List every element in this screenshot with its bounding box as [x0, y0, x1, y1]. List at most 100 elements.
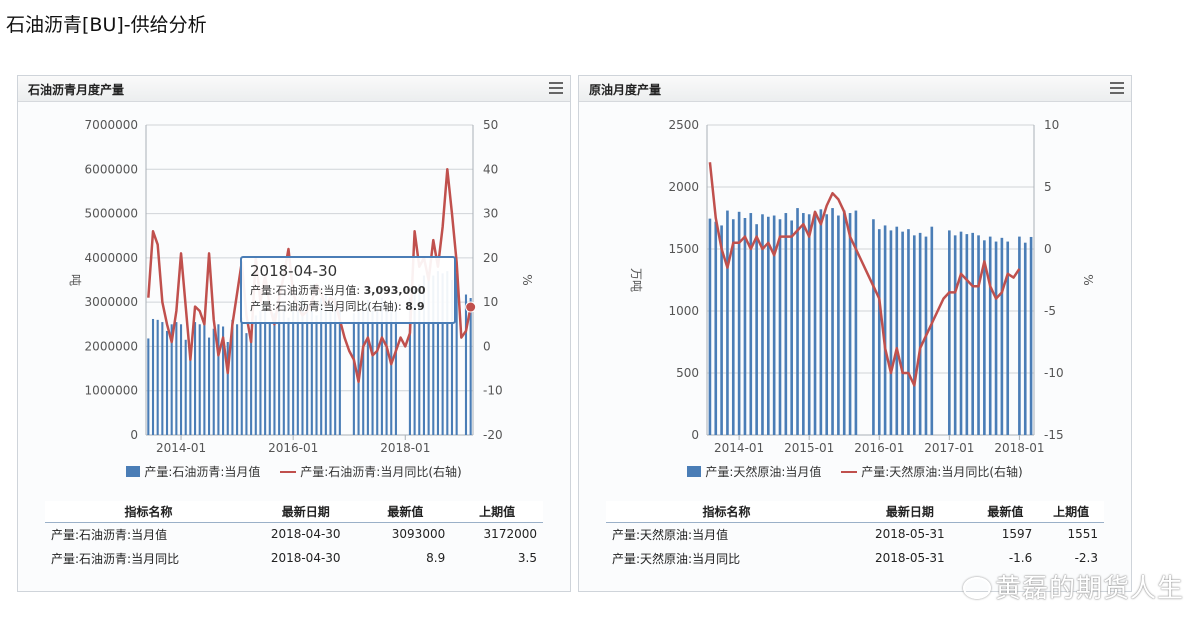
- bar: [714, 221, 718, 435]
- y-tick-label: 2500: [668, 118, 699, 132]
- bar: [743, 218, 747, 435]
- watermark: 黄磊的期货人生: [962, 568, 1184, 605]
- menu-icon[interactable]: [1110, 82, 1124, 94]
- bar: [848, 213, 852, 435]
- bar: [385, 306, 388, 435]
- bar: [259, 311, 262, 435]
- bar: [784, 213, 788, 435]
- table-cell: 3093000: [391, 527, 446, 542]
- panel-title: 原油月度产量: [589, 83, 662, 97]
- panel-header: 原油月度产量: [579, 76, 1131, 102]
- y-tick-label: 5000000: [85, 207, 138, 221]
- bar: [254, 315, 257, 435]
- table-cell: 2018-04-30: [270, 551, 341, 565]
- bar: [813, 211, 817, 435]
- panel-title: 石油沥青月度产量: [28, 83, 125, 97]
- table-cell: 产量:石油沥青:当月同比: [51, 551, 180, 566]
- y2-tick-label: -15: [1044, 428, 1064, 442]
- x-tick-label: 2014-01: [156, 441, 206, 455]
- y2-tick-label: 5: [1044, 180, 1052, 194]
- y-tick-label: 7000000: [85, 118, 138, 132]
- chart-panel-asphalt: 石油沥青月度产量 0 1000000 2000000 3000000 4000000 50…: [17, 75, 571, 592]
- x-tick-label: 2017-01: [924, 441, 974, 455]
- table-header: 最新值: [359, 501, 452, 523]
- table-header: 指标名称: [45, 501, 252, 523]
- bar: [790, 220, 793, 435]
- legend-item-bar[interactable]: 产量:天然原油:当月值: [687, 463, 821, 480]
- bar: [469, 298, 472, 435]
- bar: [161, 322, 164, 435]
- y2-tick-label: 10: [1044, 118, 1059, 132]
- bar: [156, 319, 159, 435]
- y2-tick-label: 30: [483, 207, 498, 221]
- y2-tick-label: -10: [483, 384, 503, 398]
- bar: [988, 236, 992, 435]
- y2-tick-label: 40: [483, 162, 498, 176]
- y2-tick-label: -20: [483, 428, 503, 442]
- table-cell: 2018-05-31: [874, 527, 945, 542]
- bar: [464, 294, 468, 435]
- table-cell: 3172000: [483, 527, 537, 542]
- y2-tick-label: 20: [483, 251, 498, 265]
- bar: [278, 306, 281, 435]
- x-tick-label: 2016-01: [268, 441, 318, 455]
- hover-point: [465, 301, 477, 313]
- legend-item-line[interactable]: 产量:石油沥青:当月同比(右轴): [280, 463, 462, 480]
- bar: [315, 315, 318, 435]
- y2-axis-title: %: [520, 274, 534, 285]
- chart-legend: 产量:石油沥青:当月值 产量:石油沥青:当月同比(右轴): [18, 463, 570, 480]
- bar: [901, 231, 904, 435]
- table-cell: 1551: [1067, 527, 1098, 542]
- bar: [907, 229, 910, 435]
- table-header: 最新日期: [847, 501, 973, 523]
- y2-axis-title: %: [1081, 274, 1095, 285]
- bar: [147, 338, 150, 435]
- bar: [376, 306, 379, 435]
- bar: [1018, 236, 1021, 435]
- bar: [264, 306, 267, 435]
- bar: [877, 229, 881, 435]
- legend-item-line[interactable]: 产量:天然原油:当月同比(右轴): [841, 463, 1023, 480]
- x-tick-label: 2015-01: [784, 441, 834, 455]
- bar: [778, 219, 782, 435]
- table-cell: 产量:天然原油:当月同比: [612, 551, 741, 566]
- bar: [959, 231, 963, 435]
- bar: [872, 219, 875, 435]
- bar: [971, 232, 974, 435]
- table-cell: 3.5: [517, 551, 537, 565]
- x-tick-label: 2018-01: [994, 441, 1044, 455]
- y-tick-label: 6000000: [85, 162, 138, 176]
- bar: [390, 311, 393, 435]
- bar: [720, 225, 723, 435]
- panel-header: 石油沥青月度产量: [18, 76, 570, 102]
- bar: [895, 226, 899, 435]
- table-header: 指标名称: [606, 501, 848, 523]
- bar: [819, 209, 823, 435]
- y-tick-label: 500: [676, 366, 699, 380]
- bar: [948, 230, 951, 435]
- bar: [918, 232, 922, 435]
- bar: [268, 322, 271, 435]
- y-tick-label: 3000000: [85, 295, 138, 309]
- bar: [726, 210, 729, 435]
- weibo-icon: [962, 577, 991, 599]
- bar: [737, 211, 741, 435]
- y-tick-label: 2000: [668, 180, 699, 194]
- bar: [708, 218, 712, 435]
- table-cell: 2018-04-30: [270, 527, 341, 542]
- x-tick-label: 2018-01: [380, 441, 430, 455]
- table-row: 产量:天然原油:当月值 2018-05-31 1597 1551: [606, 522, 1104, 546]
- y-axis-title: 吨: [68, 274, 82, 286]
- bar: [292, 311, 295, 435]
- bar: [184, 339, 187, 435]
- bar: [889, 230, 893, 435]
- bar: [371, 311, 374, 435]
- y-axis-title: 万吨: [629, 268, 643, 292]
- y2-tick-label: 0: [1044, 242, 1052, 256]
- y2-tick-label: 0: [483, 339, 491, 353]
- menu-icon[interactable]: [549, 82, 563, 94]
- table-cell: -2.3: [1074, 551, 1098, 565]
- bar: [250, 337, 253, 435]
- chart-panel-crude-oil: 原油月度产量 0 500 1000 1500 2000 2500 -15 -10 -5 0 5 10 万…: [578, 75, 1132, 592]
- legend-item-bar[interactable]: 产量:石油沥青:当月值: [126, 463, 260, 480]
